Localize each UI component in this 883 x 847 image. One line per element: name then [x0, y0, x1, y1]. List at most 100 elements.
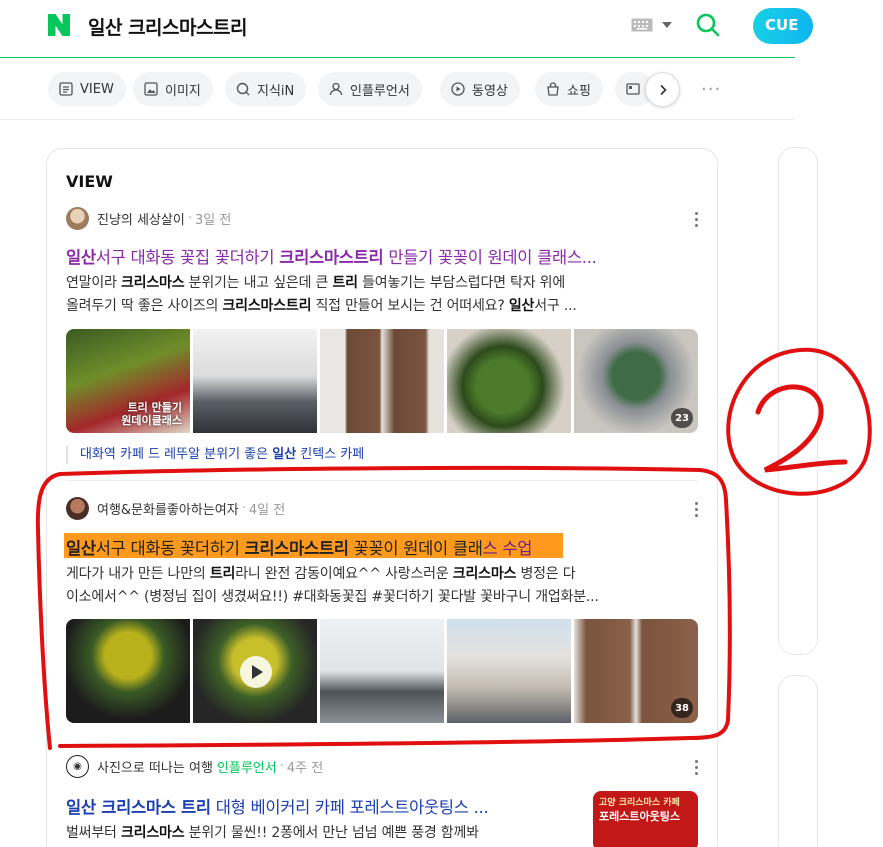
post-time: 3일 전 [195, 213, 232, 228]
post-author[interactable]: ◉ 사진으로 떠나는 여행 인플루언서 · 4주 전 [66, 755, 323, 778]
desc-text: 이소에서^^ (병정님 집이 생겼써요!!) #대화동꽃집 #꽃더하기 꽃다발 … [66, 589, 599, 605]
thumbnail-caption: 포레스트아웃팅스 [599, 810, 680, 823]
post-description[interactable]: 게다가 내가 만든 나만의 트리라니 완전 감동이예요^^ 사랑스러운 크리스마… [66, 563, 698, 609]
thumbnail-image[interactable] [320, 619, 444, 723]
image-count-badge: 23 [671, 408, 693, 428]
tab-knowledge[interactable]: 지식iN [225, 72, 307, 106]
author-name: 진냥의 세상살이 [97, 213, 185, 228]
desc-keyword: 크리스마스트리 [222, 298, 312, 314]
post-image-strip[interactable]: 38 [66, 619, 698, 723]
thumbnail-image[interactable] [320, 329, 444, 433]
post-divider [66, 480, 698, 481]
cue-button[interactable]: CUE [753, 8, 813, 44]
tab-video[interactable]: 동영상 [440, 72, 520, 106]
tab-label: 쇼핑 [567, 83, 591, 99]
avatar [66, 497, 89, 520]
thumbnail-image[interactable]: 23 [574, 329, 698, 433]
tabs-next-button[interactable] [645, 72, 680, 107]
post-title-link[interactable]: 일산서구 대화동 꽃더하기 크리스마스트리 꽃꽂이 원데이 클래스 수업 [66, 535, 698, 559]
title-keyword: 크리스마스트리 [279, 248, 384, 267]
post-image-strip[interactable]: 트리 만들기 원데이클래스 23 [66, 329, 698, 433]
thumbnail-image[interactable] [447, 619, 571, 723]
tab-influencer[interactable]: 인플루언서 [318, 72, 422, 106]
side-panel [778, 147, 818, 655]
tab-image[interactable]: 이미지 [133, 72, 213, 106]
desc-keyword: 일산 [508, 298, 535, 314]
play-video-icon[interactable] [240, 656, 272, 688]
more-options-icon[interactable] [695, 502, 699, 518]
influencer-badge: 인플루언서 [216, 761, 277, 776]
post-author[interactable]: 여행&문화를좋아하는여자 · 4일 전 [66, 497, 285, 520]
avatar [66, 207, 89, 230]
desc-text: 병정은 다 [516, 566, 576, 582]
search-icon[interactable] [695, 12, 721, 38]
desc-text: 들여놓기는 부담스럽다면 탁자 위에 [357, 275, 566, 291]
knowledge-icon [236, 82, 250, 96]
title-text: 대형 베이커리 카페 포레스트아웃팅스 ... [210, 798, 489, 817]
post-title-link[interactable]: 일산서구 대화동 꽃집 꽃더하기 크리스마스트리 만들기 꽃꽂이 원데이 클래스… [66, 244, 698, 268]
related-keyword: 일산 [272, 447, 297, 462]
related-post-link[interactable]: 대화역 카페 드 레뚜알 분위기 좋은 일산 킨텍스 카페 [66, 446, 364, 464]
keyboard-dropdown-icon[interactable] [662, 22, 672, 28]
title-keyword: 일산 [66, 539, 96, 558]
post-thumbnail[interactable]: 고양 크리스마스 카페 포레스트아웃팅스 [593, 791, 698, 847]
thumbnail-image[interactable]: 트리 만들기 원데이클래스 [66, 329, 190, 433]
tab-label: 이미지 [165, 83, 201, 99]
tab-label: 지식iN [257, 83, 295, 99]
separator-dot: · [187, 211, 192, 226]
desc-text: 올려두기 딱 좋은 사이즈의 [66, 298, 223, 314]
tab-shopping[interactable]: 쇼핑 [535, 72, 603, 106]
post-time: 4주 전 [286, 761, 324, 776]
post-author[interactable]: 진냥의 세상살이 · 3일 전 [66, 207, 231, 230]
post-time: 4일 전 [248, 503, 286, 518]
search-query[interactable]: 일산 크리스마스트리 [88, 13, 247, 40]
post-description[interactable]: 벌써부터 크리스마스 분위기 물씬!! 2퐁에서 만난 넘넘 예쁜 풍경 함께봐 [66, 822, 571, 845]
desc-keyword: 크리스마스 [120, 275, 185, 291]
tab-label: 인플루언서 [350, 83, 410, 99]
desc-text: 게다가 내가 만든 나만의 [66, 566, 210, 582]
title-keyword: 일산 크리스마스 트리 [66, 798, 211, 817]
desc-keyword: 크리스마스 [452, 566, 517, 582]
image-icon [144, 82, 158, 96]
more-options-icon[interactable] [695, 212, 699, 228]
thumbnail-image[interactable] [447, 329, 571, 433]
desc-text: 분위기 물씬!! 2퐁에서 만난 넘넘 예쁜 풍경 함께봐 [184, 825, 479, 841]
thumbnail-image[interactable] [193, 619, 317, 723]
tab-view[interactable]: VIEW [48, 72, 126, 106]
title-text: 만들기 꽃꽂이 원데이 클래스... [383, 248, 597, 267]
naver-logo-icon[interactable] [46, 12, 72, 38]
title-text: 서구 대화동 꽃집 꽃더하기 [95, 248, 280, 267]
related-text: 킨텍스 카페 [296, 447, 365, 462]
author-name: 사진으로 떠나는 여행 [97, 761, 213, 776]
more-tabs-icon[interactable]: ··· [701, 81, 721, 99]
news-icon [626, 83, 640, 95]
related-text: 대화역 카페 드 레뚜알 분위기 좋은 [80, 447, 273, 462]
title-keyword: 일산 [66, 248, 96, 267]
search-tabs: VIEW 이미지 지식iN 인플루언서 동영상 쇼핑 ··· [0, 60, 795, 120]
video-icon [451, 82, 465, 96]
chevron-right-icon [659, 84, 667, 95]
keyboard-icon[interactable] [631, 18, 653, 32]
desc-keyword: 트리 [209, 566, 236, 582]
post-description[interactable]: 연말이라 크리스마스 분위기는 내고 싶은데 큰 트리 들여놓기는 부담스럽다면… [66, 272, 698, 318]
thumbnail-image[interactable]: 38 [574, 619, 698, 723]
thumbnail-image[interactable] [66, 619, 190, 723]
desc-keyword: 크리스마스 [120, 825, 185, 841]
avatar: ◉ [66, 755, 89, 778]
post-title-link[interactable]: 일산 크리스마스 트리 대형 베이커리 카페 포레스트아웃팅스 ... [66, 794, 571, 818]
title-text: 꽃꽂이 원데이 클래 [348, 539, 483, 558]
tab-label: VIEW [80, 81, 114, 97]
tab-label: 동영상 [472, 83, 508, 99]
thumbnail-image[interactable] [193, 329, 317, 433]
image-count-badge: 38 [671, 698, 693, 718]
side-panel [778, 675, 818, 847]
separator-dot: · [279, 759, 284, 774]
more-options-icon[interactable] [695, 760, 699, 776]
title-text: 스 수업 [482, 539, 533, 558]
thumbnail-caption: 고양 크리스마스 카페 [599, 798, 680, 808]
desc-text: 서구 ... [534, 298, 577, 314]
separator-dot: · [241, 501, 246, 516]
view-icon [59, 82, 73, 96]
shopping-icon [547, 82, 559, 96]
title-text: 서구 대화동 꽃더하기 [95, 539, 245, 558]
